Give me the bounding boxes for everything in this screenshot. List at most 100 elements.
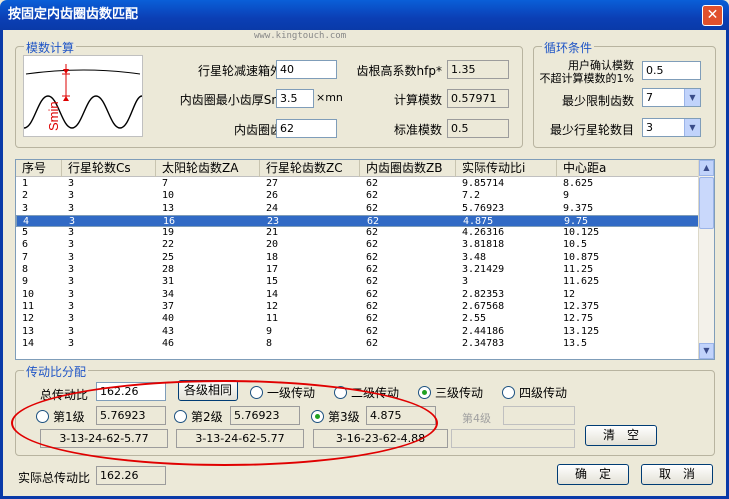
table-cell: 2.34783	[462, 337, 505, 349]
table-cell: 31	[162, 276, 175, 288]
min-thickness-input[interactable]: 3.5	[276, 89, 314, 108]
title-bar: 按固定内齿圈齿数匹配	[0, 0, 729, 30]
table-cell: 3	[68, 264, 75, 276]
table-cell: 3	[68, 239, 75, 251]
table-cell: 5.76923	[462, 202, 505, 214]
table-row[interactable]: 4 3 16 23 62 4.875 9.75	[16, 214, 700, 228]
table-cell: 3	[68, 227, 75, 239]
table-cell: 62	[366, 178, 379, 189]
table-cell: 62	[366, 239, 379, 251]
table-row[interactable]: 13 3 43 9 62 2.44186 13.125	[16, 326, 700, 338]
stage-4-value	[503, 406, 575, 425]
table-cell: 11.25	[563, 264, 594, 276]
table-row[interactable]: 12 3 40 11 62 2.55 12.75	[16, 313, 700, 325]
housing-diameter-input[interactable]: 40	[276, 60, 337, 79]
column-header[interactable]: 行星轮齿数ZC	[260, 160, 360, 177]
actual-ratio-label: 实际总传动比	[18, 471, 91, 485]
table-cell: 14	[22, 337, 35, 349]
cancel-button[interactable]: 取 消	[641, 464, 713, 485]
min-planets-select[interactable]: 3 ▼	[642, 118, 701, 137]
column-header[interactable]: 实际传动比i	[456, 160, 557, 177]
mode-3-radio[interactable]: 三级传动	[418, 385, 483, 401]
mode-3-label: 三级传动	[435, 386, 484, 400]
table-cell: 62	[366, 288, 379, 300]
table-cell: 4.875	[463, 215, 494, 227]
actual-ratio-value: 162.26	[96, 466, 166, 485]
min-planets-value: 3	[646, 121, 653, 134]
table-cell: 9	[563, 190, 570, 202]
chevron-down-icon[interactable]: ▼	[684, 89, 700, 106]
column-header[interactable]: 中心距a	[557, 160, 700, 177]
table-body: 1 3 7 27 62 9.85714 8.625 2 3 10 26 62 7.2 9 3 3 13 24 62 5…	[16, 178, 700, 350]
table-cell: 3	[69, 215, 76, 227]
scroll-up-icon[interactable]: ▲	[699, 160, 714, 176]
table-cell: 2	[22, 190, 29, 202]
clear-button[interactable]: 清 空	[585, 425, 657, 446]
table-row[interactable]: 7 3 25 18 62 3.48 10.875	[16, 252, 700, 264]
table-cell: 14	[266, 288, 279, 300]
table-cell: 2.44186	[462, 325, 505, 337]
table-cell: 10	[162, 190, 175, 202]
table-cell: 62	[366, 337, 379, 349]
table-cell: 21	[266, 227, 279, 239]
table-cell: 18	[266, 251, 279, 263]
column-header[interactable]: 序号	[16, 160, 62, 177]
table-cell: 62	[366, 325, 379, 337]
calc-module-label: 计算模数	[393, 93, 442, 107]
table-cell: 8	[22, 264, 29, 276]
table-cell: 3	[68, 178, 75, 189]
mode-4-radio[interactable]: 四级传动	[502, 385, 567, 401]
table-cell: 13	[162, 202, 175, 214]
table-row[interactable]: 6 3 22 20 62 3.81818 10.5	[16, 239, 700, 251]
table-cell: 3	[22, 202, 29, 214]
table-cell: 3	[462, 276, 469, 288]
table-row[interactable]: 10 3 34 14 62 2.82353 12	[16, 289, 700, 301]
table-cell: 23	[267, 215, 280, 227]
scroll-down-icon[interactable]: ▼	[699, 343, 714, 359]
table-cell: 3.81818	[462, 239, 505, 251]
table-row[interactable]: 2 3 10 26 62 7.2 9	[16, 190, 700, 202]
table-cell: 37	[162, 300, 175, 312]
mode-4-label: 四级传动	[519, 386, 568, 400]
table-cell: 3	[68, 276, 75, 288]
results-table[interactable]: 序号 行星轮数Cs 太阳轮齿数ZA 行星轮齿数ZC 内齿圈齿数ZB 实际传动比i…	[15, 159, 715, 360]
table-cell: 3	[68, 251, 75, 263]
table-scrollbar[interactable]: ▲ ▼	[698, 160, 714, 359]
table-cell: 3	[68, 325, 75, 337]
close-button[interactable]: ✕	[702, 5, 723, 26]
ok-button[interactable]: 确 定	[557, 464, 629, 485]
stage-4-label: 第4级	[462, 412, 491, 425]
min-thickness-unit: ×mn	[316, 91, 343, 104]
min-teeth-select[interactable]: 7 ▼	[642, 88, 701, 107]
table-row[interactable]: 1 3 7 27 62 9.85714 8.625	[16, 178, 700, 190]
table-row[interactable]: 14 3 46 8 62 2.34783 13.5	[16, 338, 700, 350]
table-cell: 62	[366, 276, 379, 288]
chevron-down-icon[interactable]: ▼	[684, 119, 700, 136]
column-header[interactable]: 内齿圈齿数ZB	[360, 160, 456, 177]
table-cell: 3	[68, 202, 75, 214]
table-cell: 3	[68, 300, 75, 312]
table-cell: 9.75	[564, 215, 589, 227]
table-cell: 6	[22, 239, 29, 251]
column-header[interactable]: 太阳轮齿数ZA	[156, 160, 260, 177]
table-row[interactable]: 5 3 19 21 62 4.26316 10.125	[16, 227, 700, 239]
table-cell: 10	[22, 288, 35, 300]
table-cell: 62	[366, 227, 379, 239]
confirm-module-input[interactable]: 0.5	[642, 61, 701, 80]
column-header[interactable]: 行星轮数Cs	[62, 160, 156, 177]
table-row[interactable]: 3 3 13 24 62 5.76923 9.375	[16, 203, 700, 215]
table-header: 序号 行星轮数Cs 太阳轮齿数ZA 行星轮齿数ZC 内齿圈齿数ZB 实际传动比i…	[16, 160, 700, 177]
table-row[interactable]: 9 3 31 15 62 3 11.625	[16, 276, 700, 288]
table-cell: 15	[266, 276, 279, 288]
table-row[interactable]: 8 3 28 17 62 3.21429 11.25	[16, 264, 700, 276]
table-cell: 3	[68, 337, 75, 349]
scroll-thumb[interactable]	[699, 177, 714, 229]
ring-teeth-input[interactable]: 62	[276, 119, 337, 138]
table-cell: 8	[266, 337, 273, 349]
table-cell: 11	[266, 313, 279, 325]
table-cell: 3	[68, 190, 75, 202]
table-row[interactable]: 11 3 37 12 62 2.67568 12.375	[16, 301, 700, 313]
table-cell: 27	[266, 178, 279, 189]
table-cell: 2.82353	[462, 288, 505, 300]
table-cell: 17	[266, 264, 279, 276]
